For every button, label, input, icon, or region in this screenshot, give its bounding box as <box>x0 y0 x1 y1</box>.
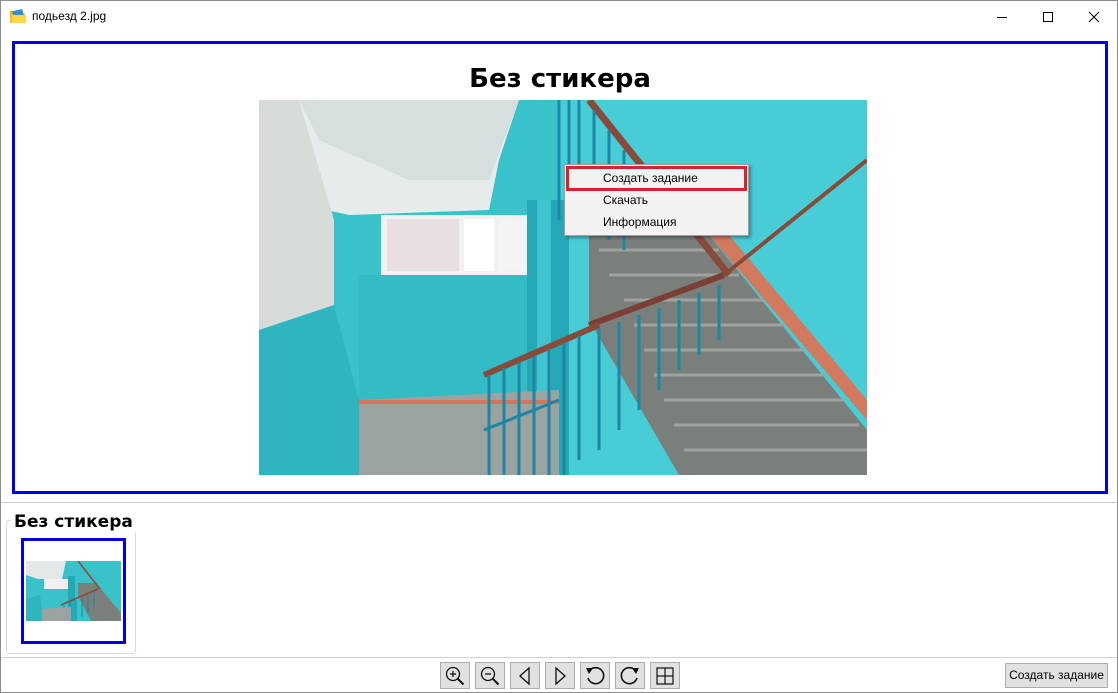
thumbnail-item[interactable] <box>21 538 126 644</box>
rotate-right-button[interactable] <box>615 662 645 689</box>
zoom-out-button[interactable] <box>475 662 505 689</box>
rotate-left-icon <box>586 666 605 684</box>
thumbnail-group-label: Без стикера <box>11 512 136 532</box>
thumbnail-image <box>26 561 121 621</box>
previous-button[interactable] <box>510 662 540 689</box>
image-viewer: Без стикера <box>12 41 1108 494</box>
create-task-button[interactable]: Создать задание <box>1005 663 1108 688</box>
rotate-left-button[interactable] <box>580 662 610 689</box>
menu-item-highlight <box>566 166 747 191</box>
app-window: подьезд 2.jpg Без стикера Создать задани… <box>0 0 1118 693</box>
close-icon <box>1088 11 1100 22</box>
menu-item-info[interactable]: Информация <box>565 211 748 233</box>
title-bar[interactable]: подьезд 2.jpg <box>1 1 1117 32</box>
window-title: подьезд 2.jpg <box>32 9 107 23</box>
close-button[interactable] <box>1071 1 1117 32</box>
minimize-icon <box>997 16 1007 18</box>
photo-stairwell[interactable] <box>259 100 867 475</box>
prev-icon <box>519 666 530 685</box>
menu-item-download[interactable]: Скачать <box>565 189 748 211</box>
next-icon <box>555 666 566 685</box>
separator <box>1 502 1117 503</box>
maximize-icon <box>1043 11 1053 22</box>
zoom-in-button[interactable] <box>440 662 470 689</box>
folder-images-icon <box>10 9 26 23</box>
maximize-button[interactable] <box>1025 1 1071 32</box>
rotate-right-icon <box>620 666 639 684</box>
fit-window-icon <box>656 666 674 685</box>
zoom-in-icon <box>445 666 465 685</box>
next-button[interactable] <box>545 662 575 689</box>
viewer-title: Без стикера <box>469 64 651 94</box>
fit-window-button[interactable] <box>650 662 680 689</box>
minimize-button[interactable] <box>979 1 1025 32</box>
zoom-out-icon <box>480 666 500 685</box>
toolbar-separator <box>1 657 1117 658</box>
